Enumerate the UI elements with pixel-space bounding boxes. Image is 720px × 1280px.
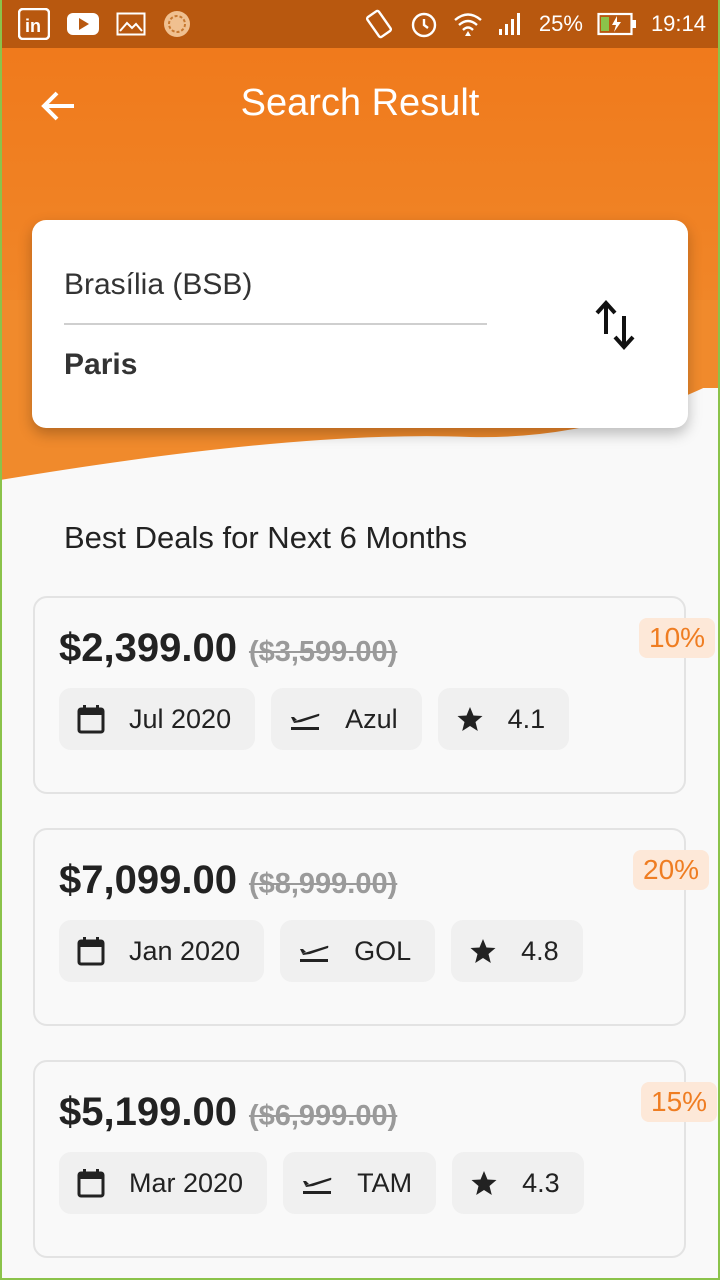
rating-chip: 4.3: [452, 1152, 584, 1214]
calendar-icon: [77, 936, 105, 966]
image-icon: [116, 12, 146, 36]
discount-badge: 15%: [641, 1082, 718, 1122]
flight-takeoff-icon: [301, 1170, 333, 1196]
route-card: Brasília (BSB) Paris: [32, 220, 688, 428]
deal-original-price: ($3,599.00): [248, 636, 398, 668]
deal-date: Jul 2020: [129, 703, 232, 734]
star-icon: [470, 1169, 498, 1197]
flight-takeoff-icon: [289, 706, 321, 732]
alarm-icon: [409, 9, 439, 39]
airline-chip: TAM: [283, 1152, 437, 1214]
destination-field[interactable]: Paris: [64, 348, 137, 382]
calendar-icon: [77, 704, 105, 734]
deal-rating: 4.1: [507, 703, 546, 734]
deal-original-price: ($6,999.00): [248, 1100, 398, 1132]
battery-charging-icon: [597, 12, 637, 36]
deal-card[interactable]: $7,099.00 ($8,999.00) 20% Jan 2020 GOL 4…: [33, 828, 710, 1026]
deal-date: Mar 2020: [129, 1167, 244, 1198]
rating-chip: 4.8: [451, 920, 583, 982]
date-chip: Jan 2020: [59, 920, 265, 982]
battery-percentage: 25%: [538, 11, 583, 36]
signal-icon: [497, 11, 525, 37]
calendar-icon: [77, 1168, 105, 1198]
airline-chip: GOL: [280, 920, 436, 982]
deal-price: $7,099.00: [59, 858, 237, 902]
status-bar: in 25% 19:14: [0, 0, 720, 48]
deal-rating: 4.3: [522, 1167, 560, 1198]
section-title: Best Deals for Next 6 Months: [64, 520, 468, 555]
deal-card[interactable]: $2,399.00 ($3,599.00) 10% Jul 2020 Azul …: [33, 596, 716, 794]
deal-card[interactable]: $5,199.00 ($6,999.00) 15% Mar 2020 TAM 4…: [33, 1060, 718, 1258]
deal-airline: GOL: [354, 935, 412, 966]
linkedin-icon: in: [18, 8, 50, 40]
star-icon: [456, 705, 484, 733]
swap-route-button[interactable]: [592, 298, 640, 352]
discount-badge: 20%: [633, 850, 710, 890]
origin-field[interactable]: Brasília (BSB): [64, 268, 252, 302]
page-title: Search Result: [240, 82, 480, 124]
svg-text:in: in: [25, 16, 41, 36]
swap-vertical-icon: [592, 298, 640, 352]
discount-badge: 10%: [639, 618, 716, 658]
clock-time: 19:14: [650, 11, 706, 36]
deal-airline: Azul: [345, 703, 398, 734]
sync-app-icon: [162, 9, 192, 39]
deal-original-price: ($8,999.00): [248, 868, 398, 900]
wifi-icon: [453, 9, 483, 39]
date-chip: Jul 2020: [59, 688, 256, 750]
youtube-icon: [66, 11, 100, 37]
vibrate-icon: [363, 9, 395, 39]
date-chip: Mar 2020: [59, 1152, 268, 1214]
star-icon: [469, 937, 497, 965]
rating-chip: 4.1: [437, 688, 570, 750]
deal-price: $2,399.00: [59, 626, 237, 670]
deal-date: Jan 2020: [129, 935, 241, 966]
route-divider: [64, 323, 487, 325]
deal-price: $5,199.00: [59, 1090, 237, 1134]
deal-rating: 4.8: [521, 935, 559, 966]
airline-chip: Azul: [271, 688, 422, 750]
flight-takeoff-icon: [298, 938, 330, 964]
deal-airline: TAM: [357, 1167, 413, 1198]
